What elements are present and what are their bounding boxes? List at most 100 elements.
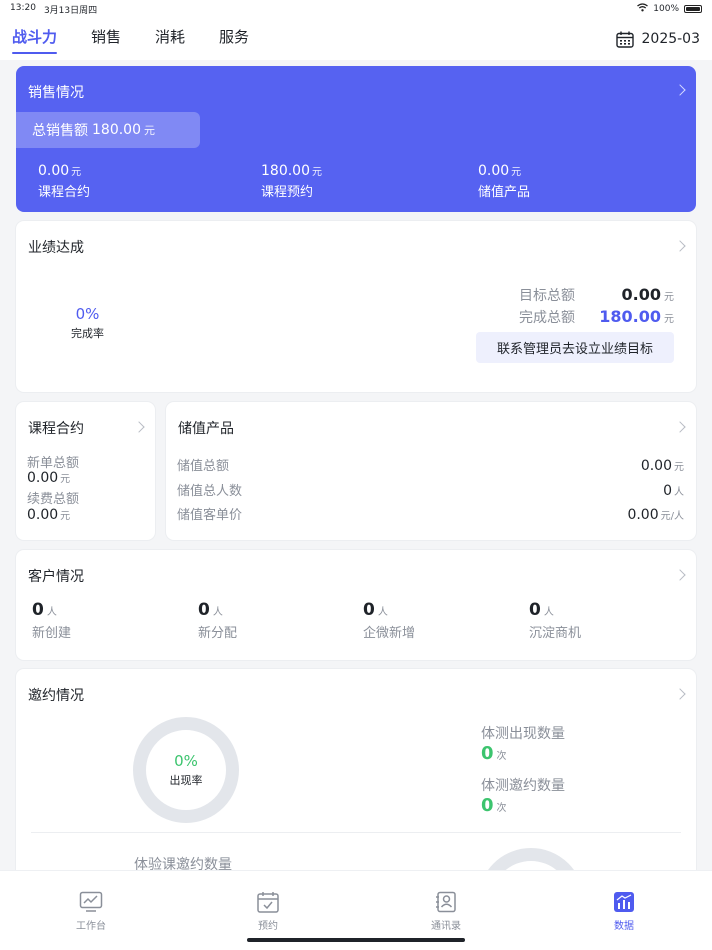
tab-sales[interactable]: 销售: [91, 18, 121, 60]
invite-card-title: 邀约情况: [28, 688, 84, 704]
stored-row: 储值总人数 0 人: [177, 480, 684, 499]
dashboard-content[interactable]: 销售情况 总销售额 180.00 元 0.00 元 课程合约 180.00 元 课程…: [0, 60, 712, 870]
chevron-right-icon: [133, 421, 145, 433]
stored-row-label: 储值总人数: [177, 484, 243, 499]
metric-value: 0.00: [478, 163, 510, 179]
total-sales-unit: 元: [144, 124, 155, 137]
test-appear-count: 体测出现数量 0次: [481, 723, 565, 764]
stored-row-value: 0: [663, 483, 672, 499]
chevron-right-icon: [674, 240, 686, 252]
metric-unit: 元: [312, 167, 322, 178]
customer-metric-label: 新分配: [198, 626, 238, 641]
customer-metric-new-assigned: 0人 新分配: [198, 600, 237, 641]
contact-admin-set-target-button[interactable]: 联系管理员去设立业绩目标: [476, 332, 674, 363]
completion-rate-value: 0%: [75, 305, 100, 323]
nav-data[interactable]: 数据: [594, 891, 654, 932]
nav-label: 数据: [614, 921, 634, 932]
completion-rate-label: 完成率: [71, 327, 104, 340]
performance-card[interactable]: 业绩达成 0% 完成率 目标总额 0.00 元 完成总额 180.00 元 联系…: [16, 221, 696, 392]
chevron-right-icon: [674, 569, 686, 581]
nav-label: 预约: [258, 921, 278, 932]
metric-value: 180.00: [261, 163, 310, 179]
customer-metric-label: 企微新增: [363, 626, 416, 641]
customer-metric-unit: 人: [46, 607, 57, 618]
divider: [31, 832, 681, 833]
top-tab-bar: 战斗力 销售 消耗 服务 2025-03: [0, 18, 712, 60]
stored-row-value: 0.00: [627, 507, 659, 523]
nav-contacts[interactable]: 通讯录: [416, 891, 476, 932]
stored-row-label: 储值总额: [177, 459, 230, 474]
customer-metric-wecom-new: 0人 企微新增: [363, 600, 415, 641]
test-appear-unit: 次: [496, 751, 507, 762]
chevron-right-icon: [674, 84, 686, 96]
target-total-row: 目标总额 0.00 元: [519, 285, 674, 305]
customer-card-title: 客户情况: [28, 569, 84, 585]
sales-metric-course-booking: 180.00 元 课程预约: [261, 160, 322, 200]
tab-consumption[interactable]: 消耗: [155, 18, 185, 60]
month-value: 2025-03: [641, 31, 701, 47]
new-order-label: 新单总额: [27, 456, 80, 471]
nav-booking[interactable]: 预约: [238, 891, 298, 932]
sales-card-title: 销售情况: [28, 85, 84, 101]
metric-label: 课程合约: [38, 185, 91, 200]
target-total-label: 目标总额: [519, 288, 575, 304]
invite-card[interactable]: 邀约情况 0% 出现率 体测出现数量 0次 体测邀约数量 0次 体验课邀约数量: [16, 669, 696, 870]
course-contract-title: 课程合约: [28, 421, 84, 437]
done-total-label: 完成总额: [519, 310, 575, 326]
done-total-unit: 元: [664, 314, 674, 325]
customer-metric-opportunity: 0人 沉淀商机: [529, 600, 581, 641]
total-sales-value: 180.00: [92, 122, 141, 138]
wifi-icon: [637, 3, 649, 15]
metric-label: 课程预约: [261, 185, 314, 200]
course-contract-card[interactable]: 课程合约 新单总额 0.00 元 续费总额 0.00 元: [16, 402, 155, 540]
nav-workbench[interactable]: 工作台: [61, 891, 121, 932]
trial-class-invite-label: 体验课邀约数量: [134, 857, 232, 870]
chevron-right-icon: [674, 688, 686, 700]
customer-metric-value: 0: [363, 600, 375, 620]
status-date: 3月13日周四: [43, 5, 98, 16]
customer-metric-value: 0: [529, 600, 541, 620]
customer-metric-unit: 人: [543, 607, 554, 618]
stored-row-value: 0.00: [640, 458, 672, 474]
metric-unit: 元: [511, 167, 522, 178]
stored-value-card[interactable]: 储值产品 储值总额 0.00 元 储值总人数 0 人 储值客单价 0.00 元/…: [166, 402, 696, 540]
battery-icon: [684, 5, 702, 13]
monitor-icon: [79, 891, 103, 912]
customer-metric-value: 0: [198, 600, 210, 620]
done-total-row: 完成总额 180.00 元: [519, 307, 674, 327]
customer-metric-unit: 人: [377, 607, 388, 618]
chevron-right-icon: [674, 421, 686, 433]
tab-service[interactable]: 服务: [219, 18, 249, 60]
renew-value: 0.00: [27, 507, 59, 523]
stored-row: 储值客单价 0.00 元/人: [177, 504, 684, 523]
customer-metric-new-created: 0人 新创建: [32, 600, 71, 641]
battery-percent: 100%: [653, 4, 679, 14]
test-invite-value: 0: [481, 795, 494, 816]
home-indicator: [247, 938, 465, 942]
customer-metric-unit: 人: [212, 607, 223, 618]
sales-metric-course-contract: 0.00 元 课程合约: [38, 160, 90, 200]
done-total-value: 180.00: [599, 307, 661, 326]
sales-card[interactable]: 销售情况 总销售额 180.00 元 0.00 元 课程合约 180.00 元 课程…: [16, 66, 696, 212]
stored-row-unit: 人: [674, 487, 684, 498]
bar-chart-icon: [614, 892, 634, 912]
sales-metric-stored-product: 0.00 元 储值产品: [478, 160, 530, 200]
test-invite-label: 体测邀约数量: [481, 778, 565, 794]
nav-label: 工作台: [76, 921, 106, 932]
new-order-unit: 元: [60, 474, 71, 485]
test-appear-label: 体测出现数量: [481, 726, 565, 742]
new-order-value-wrap: 0.00 元: [27, 470, 70, 486]
stored-row-unit: 元: [674, 462, 684, 473]
month-picker[interactable]: 2025-03: [615, 31, 701, 48]
trial-class-ring: [478, 848, 584, 870]
customer-metric-value: 0: [32, 600, 44, 620]
renew-label: 续费总额: [27, 492, 80, 507]
new-order-value: 0.00: [27, 470, 59, 486]
customer-metric-label: 新创建: [32, 626, 72, 641]
test-appear-value: 0: [481, 743, 494, 764]
appearance-rate-label: 出现率: [169, 774, 203, 787]
stored-row: 储值总额 0.00 元: [177, 455, 684, 474]
stored-row-label: 储值客单价: [177, 508, 243, 523]
customer-card[interactable]: 客户情况 0人 新创建 0人 新分配 0人 企微新增 0人 沉淀商机: [16, 550, 696, 660]
tab-combat-power[interactable]: 战斗力: [12, 18, 58, 60]
